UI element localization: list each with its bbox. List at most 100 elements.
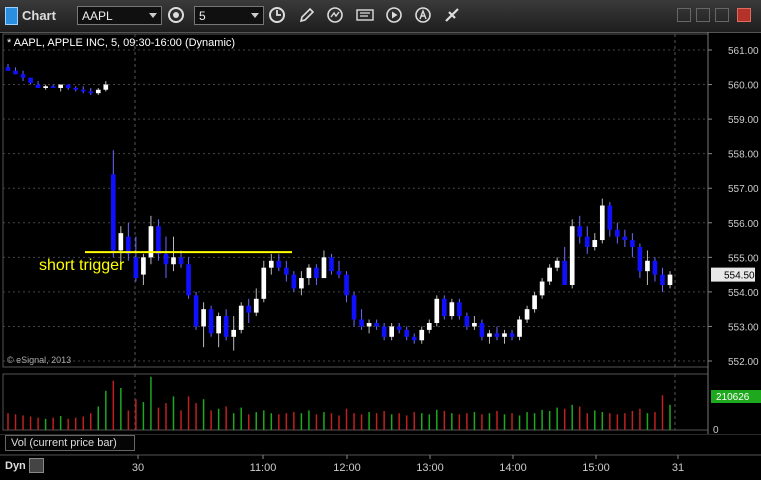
candle-body [321, 257, 327, 279]
candle-body [50, 86, 56, 89]
interval-value: 5 [199, 9, 206, 23]
volume-zero-label: 0 [713, 425, 719, 434]
candle-body [110, 174, 116, 251]
price-tick-label: 559.00 [728, 115, 759, 126]
candle-body [660, 274, 665, 285]
candle-body [208, 309, 214, 334]
draw-tools-icon[interactable] [443, 6, 461, 24]
candle-body [35, 84, 41, 89]
candle-body [299, 278, 304, 289]
candle-body [336, 271, 342, 275]
candle-body [201, 309, 206, 327]
analysis-icon[interactable] [414, 6, 432, 24]
price-tick-label: 552.00 [728, 357, 759, 368]
price-tick-label: 557.00 [728, 184, 759, 195]
chevron-down-icon[interactable] [149, 13, 157, 18]
volume-value-label: 210626 [716, 392, 750, 403]
maximize-button[interactable] [696, 8, 710, 22]
price-chart[interactable]: 561.00 560.00 559.00 558.00 557.00 556.00 555.… [0, 32, 761, 372]
candle-body [411, 336, 417, 341]
candle-body [223, 316, 229, 337]
candle-body [103, 84, 109, 90]
candle-body [426, 322, 432, 330]
candle-body [20, 74, 26, 78]
candle-body [186, 264, 191, 296]
candle-body [599, 205, 605, 241]
candle-body [65, 84, 71, 89]
candle-body [216, 316, 221, 334]
candle-body [118, 233, 124, 251]
candle-body [351, 295, 357, 320]
chart-symbol-label: * AAPL, APPLE INC, 5, 09:30-16:00 (Dynam… [7, 37, 236, 49]
candle-body [584, 236, 590, 247]
candle-body [28, 77, 33, 83]
candle-body [562, 260, 568, 285]
candle-body [284, 267, 289, 275]
candle-body [88, 91, 94, 94]
chevron-down-icon[interactable] [251, 13, 259, 18]
candle-body [502, 333, 507, 337]
time-tick-label: 30 [132, 462, 144, 474]
candle-body [494, 333, 500, 337]
time-tick-label: 14:00 [499, 462, 527, 474]
candle-body [359, 319, 364, 327]
candle-body [622, 236, 628, 241]
candle-body [133, 257, 139, 279]
candle-body [667, 274, 673, 285]
dynamic-label: Dyn [5, 460, 26, 472]
restore-button[interactable] [715, 8, 729, 22]
candle-body [509, 333, 515, 337]
candle-body [472, 322, 477, 327]
candle-body [517, 319, 522, 337]
minimize-button[interactable] [677, 8, 691, 22]
candle-body [652, 260, 658, 275]
candle-body [13, 70, 18, 75]
candle-body [449, 302, 455, 317]
candle-body [524, 309, 530, 320]
candle-body [554, 260, 560, 268]
candle-body [73, 88, 79, 90]
symbol-settings-icon[interactable] [167, 6, 185, 24]
candle-body [178, 257, 184, 265]
candle-body [464, 316, 470, 327]
candle-body [141, 257, 146, 275]
short-trigger-annotation: short trigger [39, 257, 125, 274]
candle-body [630, 240, 635, 247]
play-icon[interactable] [385, 6, 403, 24]
pencil-icon[interactable] [298, 6, 316, 24]
candle-body [344, 274, 349, 296]
time-tick-label: 13:00 [416, 462, 444, 474]
price-tick-label: 560.00 [728, 81, 759, 92]
price-tick-label: 555.00 [728, 253, 759, 264]
price-tick-label: 556.00 [728, 219, 759, 230]
candle-body [261, 267, 267, 299]
volume-study-label[interactable]: Vol (current price bar) [5, 435, 135, 451]
candle-body [479, 322, 485, 337]
time-tick-label: 15:00 [582, 462, 610, 474]
candle-body [396, 326, 402, 330]
candle-body [268, 260, 274, 268]
price-tick-label: 553.00 [728, 322, 759, 333]
go-to-date-icon[interactable] [356, 6, 374, 24]
price-tick-label: 554.00 [728, 288, 759, 299]
candle-body [246, 305, 252, 313]
candle-body [366, 322, 372, 327]
close-button[interactable] [737, 8, 751, 22]
interval-combobox[interactable]: 5 [194, 6, 264, 25]
title-bar: Chart AAPL 5 [0, 0, 761, 33]
price-tick-label: 561.00 [728, 46, 759, 57]
candle-body [539, 281, 545, 296]
price-tick-label: 558.00 [728, 150, 759, 161]
candle-body [163, 253, 169, 265]
volume-chart[interactable]: 210626 0 [0, 372, 761, 434]
candle-body [381, 326, 387, 337]
dynamic-toggle-icon[interactable] [29, 458, 44, 473]
refresh-chart-icon[interactable] [326, 6, 344, 24]
candle-body [314, 267, 319, 279]
candle-body [171, 257, 176, 265]
clock-icon[interactable] [268, 6, 286, 24]
candle-body [637, 246, 643, 272]
candle-body [374, 322, 379, 327]
symbol-combobox[interactable]: AAPL [77, 6, 162, 25]
candle-body [329, 257, 334, 272]
